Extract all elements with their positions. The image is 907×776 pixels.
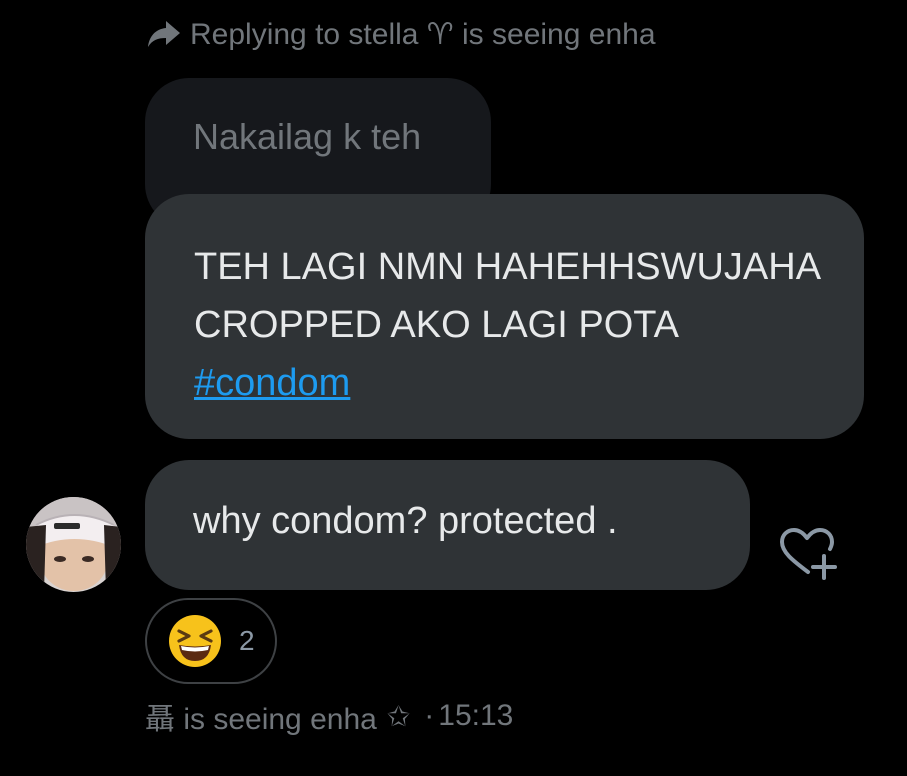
- star-icon: ✩: [386, 700, 411, 732]
- reply-context: Replying to stella ♈ is seeing enha: [146, 14, 656, 54]
- timestamp: 15:13: [438, 699, 514, 732]
- reply-arrow-icon: [148, 21, 180, 47]
- reply-message-bubble[interactable]: TEH LAGI NMN HAHEHHSWUJAHA CROPPED AKO L…: [145, 194, 864, 439]
- hashtag-link[interactable]: #condom: [194, 362, 350, 404]
- add-reaction-button[interactable]: [778, 526, 840, 582]
- reaction-count: 2: [239, 625, 255, 656]
- reply-context-text: Replying to stella ♈ is seeing enha: [190, 17, 656, 51]
- grinning-squinting-face-icon: [169, 615, 221, 667]
- message-meta: 聶 is seeing enha ✩ · 15:13: [145, 698, 514, 736]
- reply-message-text: TEH LAGI NMN HAHEHHSWUJAHA CROPPED AKO L…: [194, 246, 819, 346]
- avatar[interactable]: [26, 497, 121, 592]
- message-bubble[interactable]: why condom? protected .: [145, 460, 750, 590]
- sender-name: 聶 is seeing enha: [145, 703, 377, 736]
- separator-dot: ·: [424, 699, 435, 732]
- quoted-message-text: Nakailag k teh: [193, 116, 422, 157]
- dm-conversation: Replying to stella ♈ is seeing enha Naka…: [0, 0, 907, 776]
- heart-plus-icon: [780, 528, 837, 580]
- message-text: why condom? protected .: [193, 500, 618, 542]
- reaction-pill[interactable]: 2: [145, 598, 277, 684]
